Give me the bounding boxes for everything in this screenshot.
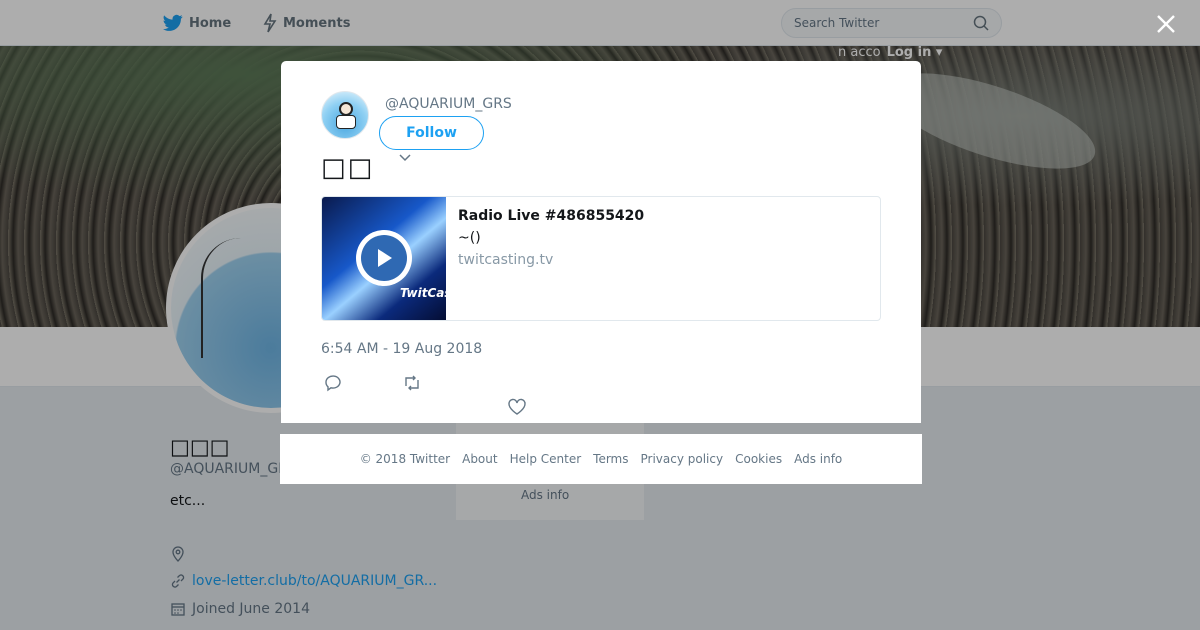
link-card[interactable]: TwitCas Radio Live #486855420 ~() twitca… xyxy=(321,196,881,321)
tweet-modal: @AQUARIUM_GRS Follow □□ TwitCas Radio Li… xyxy=(281,61,921,423)
tweet-timestamp[interactable]: 6:54 AM - 19 Aug 2018 xyxy=(321,341,482,357)
card-brand-text: TwitCas xyxy=(400,286,452,300)
avatar-body xyxy=(336,115,356,129)
footer-link-ads-info[interactable]: Ads info xyxy=(794,452,842,466)
play-button[interactable] xyxy=(356,230,412,286)
card-thumbnail[interactable]: TwitCas xyxy=(322,197,452,320)
avatar-head xyxy=(339,102,353,116)
footer-link-terms[interactable]: Terms xyxy=(593,452,628,466)
card-domain: twitcasting.tv xyxy=(458,252,554,268)
card-body: Radio Live #486855420 ~() twitcasting.tv xyxy=(446,197,656,320)
play-icon xyxy=(361,235,407,281)
footer-copyright: © 2018 Twitter xyxy=(359,452,451,466)
footer-link-about[interactable]: About xyxy=(462,452,497,466)
tweet-author-handle[interactable]: @AQUARIUM_GRS xyxy=(385,96,512,112)
reply-icon[interactable] xyxy=(323,373,343,393)
follow-button[interactable]: Follow xyxy=(379,116,484,150)
retweet-icon[interactable] xyxy=(402,373,422,393)
modal-footer: © 2018 Twitter About Help Center Terms P… xyxy=(280,434,922,484)
tweet-text: □□ xyxy=(321,153,375,183)
footer-link-help-center[interactable]: Help Center xyxy=(510,452,582,466)
chevron-down-icon[interactable] xyxy=(399,154,411,162)
footer-link-cookies[interactable]: Cookies xyxy=(735,452,782,466)
heart-icon[interactable] xyxy=(507,397,527,417)
card-description: ~() xyxy=(458,230,481,246)
footer-link-privacy[interactable]: Privacy policy xyxy=(641,452,724,466)
card-title: Radio Live #486855420 xyxy=(458,208,645,224)
close-icon[interactable] xyxy=(1154,12,1178,36)
tweet-author-avatar[interactable] xyxy=(321,91,369,139)
